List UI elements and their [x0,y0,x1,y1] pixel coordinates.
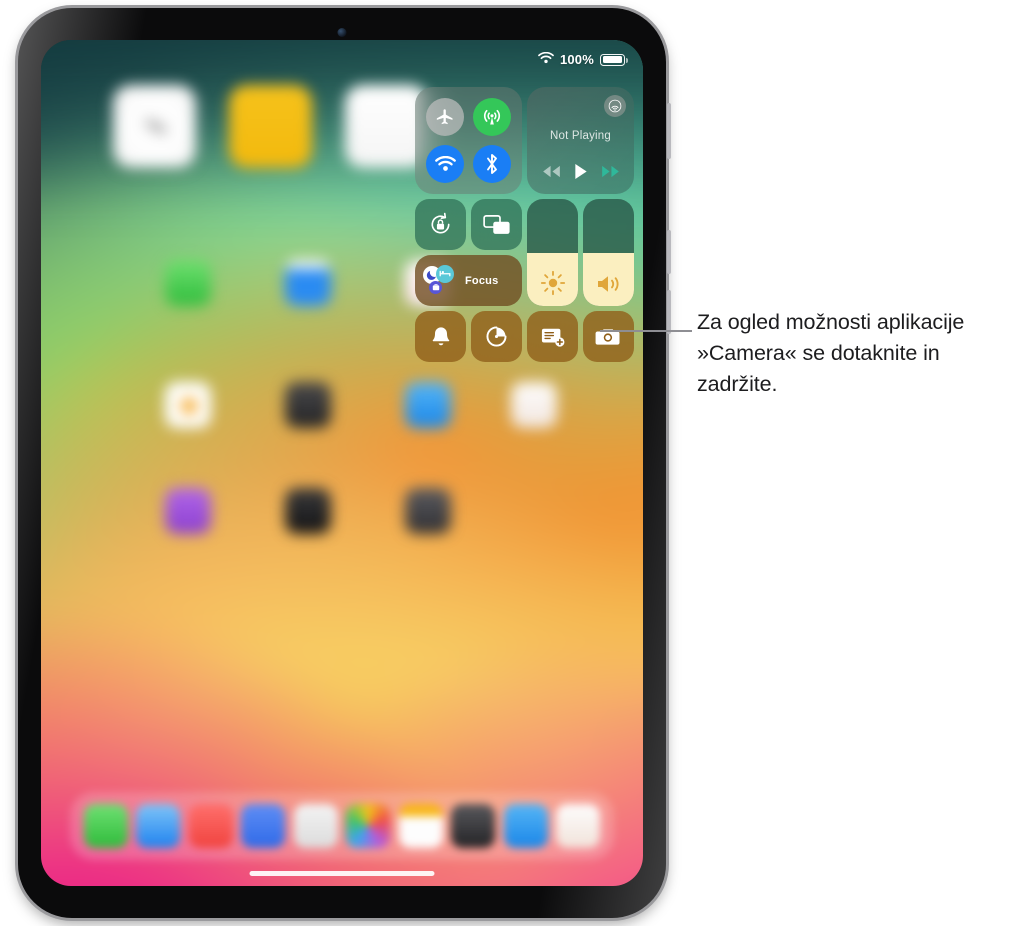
camera-button[interactable] [583,311,634,362]
focus-label: Focus [465,274,499,287]
dock-icon-music[interactable] [188,804,233,848]
rotation-lock-icon [431,212,450,234]
media-transport-controls [527,163,634,185]
now-playing-title: Not Playing [549,130,611,142]
cellular-data-toggle[interactable] [472,98,511,137]
notes-widget[interactable] [229,85,312,168]
cellular-antenna-icon [483,110,500,125]
play-button[interactable] [574,163,588,185]
dock-icon-safari[interactable] [241,804,286,848]
bluetooth-toggle[interactable] [472,144,511,183]
volume-slider[interactable] [583,199,634,306]
app-icon-messages[interactable] [165,260,211,306]
app-icon-appstore[interactable] [405,382,451,428]
dock-icon-files[interactable] [555,804,600,848]
work-briefcase-icon [429,280,442,294]
brightness-sun-icon [527,270,578,296]
timer-icon [486,326,507,347]
app-icon-settings[interactable] [285,382,331,428]
volume-up-button[interactable] [667,230,671,274]
dock-icon-settings[interactable] [451,804,496,848]
volume-down-button[interactable] [667,290,671,334]
rotation-lock-button[interactable] [415,199,466,250]
rewind-icon [542,165,560,178]
dock-icon-messages[interactable] [84,804,128,848]
connectivity-module [415,87,522,194]
home-indicator[interactable] [249,871,435,876]
dock-icon-notes[interactable] [293,804,338,848]
screen-mirroring-button[interactable] [471,199,522,250]
app-icon-tv[interactable] [285,488,331,534]
screenshot-root: 100% Not Playing Focus Za ogled možnosti… [0,0,1011,926]
battery-full-icon [600,53,628,66]
fast-forward-icon [601,165,619,178]
wifi-toggle[interactable] [426,144,465,183]
focus-badges [423,264,461,298]
fast-forward-button[interactable] [601,165,620,183]
dock-icon-pages[interactable] [398,804,443,848]
ipad-device-frame: 100% Not Playing Focus [18,8,671,918]
app-icon-files[interactable] [511,382,557,428]
power-button[interactable] [667,103,671,159]
app-icon-podcasts[interactable] [165,488,211,534]
wifi-icon [434,155,456,171]
quick-note-button[interactable] [527,311,578,362]
wifi-icon [538,51,554,67]
dock-icon-appstore[interactable] [503,804,548,848]
app-icon-reminders-dot [181,398,197,414]
silent-mode-button[interactable] [415,311,466,362]
airplane-mode-toggle[interactable] [426,98,465,137]
callout-text: Za ogled možnosti aplikacije »Camera« se… [697,310,965,396]
sleep-bed-icon [436,264,454,283]
airplane-icon [437,109,453,125]
rewind-button[interactable] [542,165,561,183]
front-camera-icon [337,28,347,37]
brightness-slider[interactable] [527,199,578,306]
battery-percent-label: 100% [559,52,594,67]
focus-button[interactable]: Focus [415,255,522,306]
timer-button[interactable] [471,311,522,362]
app-icon-shortcuts[interactable] [405,488,451,534]
speaker-volume-icon [583,272,634,296]
now-playing-module: Not Playing [527,87,634,194]
airplay-icon [608,99,622,113]
bluetooth-icon [486,153,497,174]
ipad-screen: 100% Not Playing Focus [41,40,643,886]
airplay-button[interactable] [604,95,626,117]
battery-fill [602,56,622,63]
note-add-icon [541,328,564,347]
bell-icon [432,326,449,345]
screen-mirroring-icon [482,214,510,234]
dock [70,792,614,860]
dock-icon-photos[interactable] [346,804,391,848]
dock-icon-mail[interactable] [136,804,181,848]
app-icon-mail[interactable] [285,260,331,306]
play-icon [574,163,587,180]
leader-line [600,330,692,332]
status-bar: 100% [538,51,628,67]
camera-icon [595,328,620,345]
control-center: Not Playing Focus [415,87,634,362]
